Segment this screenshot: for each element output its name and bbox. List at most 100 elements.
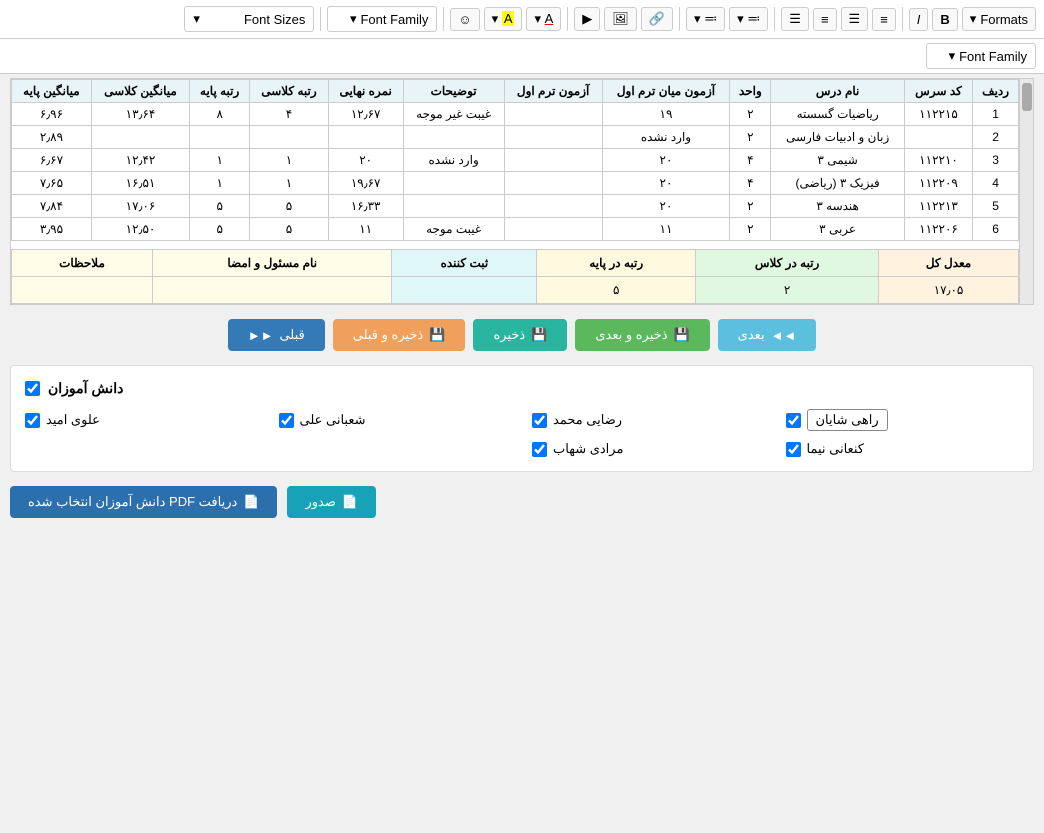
zakhire-qabli-label: ذخیره و قبلی	[353, 327, 424, 343]
font-sizes-dropdown[interactable]: Font Sizes ▾	[184, 6, 314, 32]
align-center-button[interactable]: ☰	[841, 7, 869, 31]
table-cell	[504, 149, 602, 172]
save-icon-2: 💾	[531, 327, 547, 343]
table-cell: ۲٫۸۹	[12, 126, 92, 149]
list-ol-button[interactable]: ≔ ▾	[686, 7, 725, 31]
summary-header-masool: نام مسئول و امضا	[152, 250, 391, 277]
student-item: مرادی شهاب	[532, 441, 766, 457]
student-name: علوی امید	[46, 412, 100, 428]
italic-button[interactable]: I	[909, 8, 929, 31]
pdf-icon: 📄	[243, 494, 259, 510]
table-cell: ۲۰	[602, 172, 730, 195]
video-button[interactable]: ▶	[574, 7, 600, 31]
link-button[interactable]: 🔗	[641, 7, 673, 31]
summary-table: معدل کل رتبه در کلاس رتبه در پایه ثبت کن…	[11, 249, 1019, 304]
align-right-button[interactable]: ≡	[813, 8, 837, 31]
save-icon-1: 💾	[673, 327, 689, 343]
student-checkbox[interactable]	[786, 413, 801, 428]
formats-label: Formats	[980, 12, 1028, 27]
separator-2	[774, 7, 775, 31]
daryaft-pdf-button[interactable]: 📄 دریافت PDF دانش آموزان انتخاب شده	[10, 486, 277, 518]
table-cell: ۱۳٫۶۴	[91, 103, 189, 126]
table-cell	[403, 172, 504, 195]
table-row: 2زبان و ادبیات فارسی۲وارد نشده۲٫۸۹	[12, 126, 1019, 149]
qabli-button[interactable]: قبلی ►►	[228, 319, 325, 351]
font-bg-button[interactable]: A ▾	[484, 7, 523, 31]
summary-moaddal: ۱۷٫۰۵	[879, 277, 1019, 304]
table-cell: ۱	[250, 172, 329, 195]
font-family-selector-arrow: ▾	[949, 48, 956, 64]
table-cell	[328, 126, 403, 149]
zakhire-badi-button[interactable]: 💾 ذخیره و بعدی	[575, 319, 709, 351]
student-checkbox[interactable]	[786, 442, 801, 457]
table-scroll-area: ردیف کد سرس نام درس واحد آزمون میان ترم …	[11, 79, 1019, 304]
table-row: 1۱۱۲۲۱۵ریاضیات گسسته۲۱۹غیبت غیر موجه۱۲٫۶…	[12, 103, 1019, 126]
table-cell: ۱۲٫۵۰	[91, 218, 189, 241]
student-item: رضایی محمد	[532, 409, 766, 431]
align-left-button[interactable]: ≡	[872, 8, 896, 31]
table-cell: ۱۱۲۲۱۵	[904, 103, 972, 126]
table-cell: ۱۶٫۵۱	[91, 172, 189, 195]
zakhire-label: ذخیره	[493, 327, 525, 343]
summary-header-sabt: ثبت کننده	[392, 250, 537, 277]
table-cell: ۵	[190, 195, 250, 218]
table-cell: غیبت موجه	[403, 218, 504, 241]
table-cell: ۶٫۹۶	[12, 103, 92, 126]
emoji-button[interactable]: ☺	[450, 8, 479, 31]
table-row: 6۱۱۲۲۰۶عربی ۳۲۱۱غیبت موجه۱۱۵۵۱۲٫۵۰۳٫۹۵	[12, 218, 1019, 241]
justify-button[interactable]: ☰	[781, 7, 809, 31]
separator-3	[679, 7, 680, 31]
table-cell: هندسه ۳	[771, 195, 904, 218]
student-checkbox[interactable]	[279, 413, 294, 428]
list-ul-button[interactable]: ≔ ▾	[729, 7, 768, 31]
badi-arrow-icon: ◄◄	[771, 328, 797, 343]
zakhire-qabli-button[interactable]: 💾 ذخیره و قبلی	[333, 319, 466, 351]
table-cell: ۲۰	[328, 149, 403, 172]
table-cell: ۸	[190, 103, 250, 126]
students-all-checkbox[interactable]	[25, 381, 40, 396]
font-family-selector[interactable]: Font Family ▾	[926, 43, 1036, 69]
table-cell: ۴	[730, 149, 771, 172]
pdf-buttons-row: 📄 صدور 📄 دریافت PDF دانش آموزان انتخاب ش…	[10, 486, 1034, 518]
table-cell: غیبت غیر موجه	[403, 103, 504, 126]
table-cell: ۲	[730, 126, 771, 149]
students-grid: راهی شایانرضایی محمدشعبانی علیعلوی امیدک…	[25, 409, 1019, 457]
table-cell: ۳٫۹۵	[12, 218, 92, 241]
table-cell: ۱	[190, 172, 250, 195]
table-cell: ۱۱۲۲۰۹	[904, 172, 972, 195]
separator-6	[320, 7, 321, 31]
student-checkbox[interactable]	[532, 442, 547, 457]
table-cell: ۱۱۲۲۱۳	[904, 195, 972, 218]
font-family-dropdown[interactable]: Font Family ▾	[327, 6, 437, 32]
table-cell: ۱۱۲۲۰۶	[904, 218, 972, 241]
bold-button[interactable]: B	[932, 8, 957, 31]
table-cell	[91, 126, 189, 149]
table-cell	[250, 126, 329, 149]
image-button[interactable]: 🖼	[604, 7, 637, 31]
header-tozih: توضیحات	[403, 80, 504, 103]
scrollbar-thumb[interactable]	[1022, 83, 1032, 111]
table-cell: ۴	[730, 172, 771, 195]
font-family-row: Font Family ▾	[0, 39, 1044, 74]
student-checkbox[interactable]	[532, 413, 547, 428]
formats-button[interactable]: Formats ▾	[962, 7, 1036, 31]
zakhire-badi-label: ذخیره و بعدی	[595, 327, 667, 343]
grades-table-container: ردیف کد سرس نام درس واحد آزمون میان ترم …	[10, 78, 1034, 305]
student-name: راهی شایان	[807, 409, 888, 431]
main-content: ردیف کد سرس نام درس واحد آزمون میان ترم …	[0, 78, 1044, 528]
student-checkbox[interactable]	[25, 413, 40, 428]
font-color-button[interactable]: A ▾	[526, 7, 561, 31]
header-rotbe-k: رتبه کلاسی	[250, 80, 329, 103]
zakhire-button[interactable]: 💾 ذخیره	[473, 319, 567, 351]
student-item: شعبانی علی	[279, 409, 513, 431]
table-cell: ۷٫۸۴	[12, 195, 92, 218]
table-cell: ۲	[730, 103, 771, 126]
table-row: 5۱۱۲۲۱۳هندسه ۳۲۲۰۱۶٫۳۳۵۵۱۷٫۰۶۷٫۸۴	[12, 195, 1019, 218]
badi-button[interactable]: ◄◄ بعدی	[718, 319, 817, 351]
scrollbar-track[interactable]	[1019, 79, 1033, 304]
table-cell	[504, 103, 602, 126]
scroll-wrapper: ردیف کد سرس نام درس واحد آزمون میان ترم …	[11, 79, 1033, 304]
student-item: علوی امید	[25, 409, 259, 431]
sadr-button[interactable]: 📄 صدور	[287, 486, 376, 518]
header-kod: کد سرس	[904, 80, 972, 103]
